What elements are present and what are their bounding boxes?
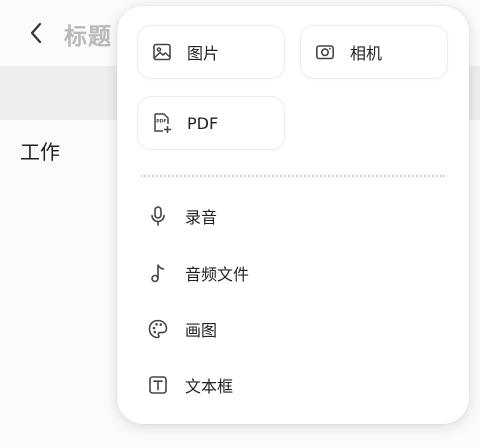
image-icon [151,41,173,63]
music-note-icon [147,262,169,284]
menu-item-text-box[interactable]: 文本框 [147,367,449,403]
menu-item-label: 画图 [185,321,218,340]
palette-icon [147,318,169,340]
camera-button[interactable]: 相机 [300,25,448,79]
page-title[interactable]: 标题 [64,17,112,51]
menu-item-label: 文本框 [185,377,234,396]
text-box-icon [147,374,169,396]
menu-item-label: 录音 [185,208,218,227]
menu-item-audio-file[interactable]: 音频文件 [147,255,449,291]
menu-item-drawing[interactable]: 画图 [147,311,449,347]
camera-icon [314,41,336,63]
menu-item-record[interactable]: 录音 [147,198,449,234]
menu-item-label: 音频文件 [185,265,250,284]
pdf-add-icon: PDF [151,112,173,134]
svg-text:PDF: PDF [156,119,166,125]
image-label: 图片 [187,44,220,63]
back-button[interactable] [22,18,50,48]
chevron-left-icon [28,21,44,45]
note-body-text[interactable]: 工作 [20,136,60,165]
image-button[interactable]: 图片 [137,25,285,79]
camera-label: 相机 [350,44,383,63]
microphone-icon [147,205,169,227]
pdf-label: PDF [187,113,219,133]
screen: 标题 工作 图片 相机 PDF PDF 录音 音频文件 画图 文本框 [0,0,480,447]
pdf-button[interactable]: PDF PDF [137,96,285,150]
insert-popup-menu: 图片 相机 PDF PDF 录音 音频文件 画图 文本框 [117,6,469,424]
menu-divider [141,175,445,177]
